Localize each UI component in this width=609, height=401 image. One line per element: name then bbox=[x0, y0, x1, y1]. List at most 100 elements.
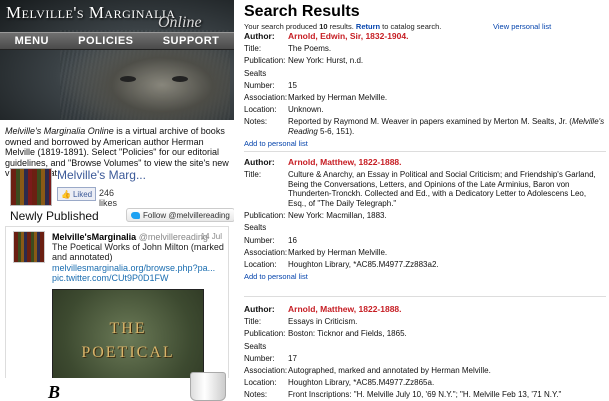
sidebar: Melville's Marginalia Online MENU POLICI… bbox=[0, 0, 234, 401]
cover-text-line: THE bbox=[109, 320, 147, 337]
tweet-avatar[interactable] bbox=[13, 231, 45, 263]
publication-value: New York: Macmillan, 1883. bbox=[288, 211, 387, 221]
field-publication: Publication: New York: Hurst, n.d. bbox=[244, 56, 606, 66]
add-to-personal-list-link[interactable]: Add to personal list bbox=[244, 272, 606, 281]
page-title: Search Results bbox=[244, 3, 360, 20]
twitter-follow-label: Follow @melvillereading bbox=[143, 210, 230, 220]
field-association: Association: Autographed, marked and anno… bbox=[244, 366, 606, 376]
facebook-widget: Melville's Marg... 👍 Liked 246 likes bbox=[10, 168, 146, 208]
title-label: Title: bbox=[244, 317, 262, 327]
sealts-number-label: Number: bbox=[244, 235, 275, 245]
sealts-value: 17 bbox=[288, 353, 297, 363]
summary-suffix: results. bbox=[327, 22, 354, 31]
tweet-author[interactable]: Melville'sMarginalia @melvillereading bbox=[52, 232, 208, 242]
thumbs-up-icon: 👍 bbox=[61, 189, 71, 199]
nav-support[interactable]: SUPPORT bbox=[163, 35, 220, 47]
author-value[interactable]: Arnold, Edwin, Sir, 1832-1904. bbox=[288, 31, 606, 42]
notes-label: Notes: bbox=[244, 390, 268, 400]
location-value: Houghton Library, *AC85.M4977.Zz865a. bbox=[288, 378, 435, 388]
site-logo-subtitle: Online bbox=[158, 14, 202, 31]
tweet-pic-link[interactable]: pic.twitter.com/CUt9P0D1FW bbox=[52, 273, 169, 283]
site-logo[interactable]: Melville's Marginalia bbox=[6, 3, 176, 23]
result-record: Author: Arnold, Edwin, Sir, 1832-1904. Ti… bbox=[244, 31, 606, 148]
association-value: Marked by Herman Melville. bbox=[288, 247, 388, 257]
publication-value: Boston: Ticknor and Fields, 1865. bbox=[288, 329, 407, 339]
author-label: Author: bbox=[244, 31, 275, 41]
portrait-eye bbox=[120, 76, 136, 82]
sealts-number-label: Number: bbox=[244, 80, 275, 90]
title-value: Culture & Anarchy, an Essay in Political… bbox=[288, 170, 596, 208]
association-value: Autographed, marked and annotated by Her… bbox=[288, 365, 491, 375]
return-suffix: to catalog search. bbox=[380, 22, 442, 31]
twitter-follow-button[interactable]: Follow @melvillereading bbox=[126, 208, 234, 222]
publication-label: Publication: bbox=[244, 329, 286, 339]
field-sealts-label: Sealts bbox=[244, 69, 606, 79]
nav-policies[interactable]: POLICIES bbox=[78, 35, 133, 47]
results-summary: Your search produced 10 results. Return … bbox=[244, 22, 441, 31]
nav-menu[interactable]: MENU bbox=[15, 35, 49, 47]
tweet-link[interactable]: melvillesmarginalia.org/browse.php?pa... bbox=[52, 263, 215, 273]
field-notes: Notes: Reported by Raymond M. Weaver in p… bbox=[244, 117, 606, 136]
notes-value: Front Inscriptions: "H. Melville July 10… bbox=[288, 390, 562, 400]
add-to-personal-list-link[interactable]: Add to personal list bbox=[244, 139, 606, 148]
field-author: Author: Arnold, Matthew, 1822-1888. bbox=[244, 304, 606, 315]
sealts-number-label: Number: bbox=[244, 353, 275, 363]
tweet-date[interactable]: 14 Jul bbox=[201, 232, 222, 241]
field-sealts-label: Sealts bbox=[244, 342, 606, 352]
title-value: The Poems. bbox=[288, 44, 332, 54]
association-value: Marked by Herman Melville. bbox=[288, 92, 388, 102]
result-record: Author: Arnold, Matthew, 1822-1888. Title… bbox=[244, 157, 606, 281]
field-author: Author: Arnold, Edwin, Sir, 1832-1904. bbox=[244, 31, 606, 42]
notes-label: Notes: bbox=[244, 117, 268, 127]
location-label: Location: bbox=[244, 259, 277, 269]
field-sealts: Number: 16 bbox=[244, 236, 606, 246]
location-label: Location: bbox=[244, 378, 277, 388]
field-publication: Publication: Boston: Ticknor and Fields, … bbox=[244, 329, 606, 339]
field-title: Title: Essays in Criticism. bbox=[244, 317, 606, 327]
facebook-page-name[interactable]: Melville's Marg... bbox=[57, 168, 146, 182]
summary-prefix: Your search produced bbox=[244, 22, 320, 31]
association-label: Association: bbox=[244, 92, 288, 102]
main-nav: MENU POLICIES SUPPORT bbox=[0, 32, 234, 50]
author-value[interactable]: Arnold, Matthew, 1822-1888. bbox=[288, 304, 606, 315]
tweet-author-name: Melville'sMarginalia bbox=[52, 232, 137, 242]
facebook-like-button[interactable]: 👍 Liked bbox=[57, 187, 97, 201]
record-divider bbox=[244, 296, 606, 297]
return-to-catalog-link[interactable]: Return bbox=[356, 22, 380, 31]
field-location: Location: Houghton Library, *AC85.M4977.Z… bbox=[244, 378, 606, 388]
field-author: Author: Arnold, Matthew, 1822-1888. bbox=[244, 157, 606, 168]
sealts-label: Sealts bbox=[244, 68, 267, 78]
field-location: Location: Houghton Library, *AC85.M4977.Z… bbox=[244, 260, 606, 270]
cover-text-line: POETICAL bbox=[81, 344, 175, 361]
sealts-label: Sealts bbox=[244, 341, 267, 351]
notes-text: Reported by Raymond M. Weaver in papers … bbox=[288, 117, 572, 127]
record-divider bbox=[244, 151, 606, 152]
results-count: 10 bbox=[319, 22, 328, 31]
location-value: Unknown. bbox=[288, 105, 324, 115]
notes-text: 5-6, 151). bbox=[317, 126, 355, 136]
title-label: Title: bbox=[244, 170, 262, 180]
intro-title: Melville's Marginalia Online bbox=[5, 126, 114, 136]
author-value[interactable]: Arnold, Matthew, 1822-1888. bbox=[288, 157, 606, 168]
title-label: Title: bbox=[244, 44, 262, 54]
view-personal-list-link[interactable]: View personal list bbox=[493, 22, 551, 31]
location-label: Location: bbox=[244, 105, 277, 115]
publication-label: Publication: bbox=[244, 211, 286, 221]
facebook-page-thumbnail[interactable] bbox=[10, 168, 52, 206]
location-value: Houghton Library, *AC85.M4977.Zz883a2. bbox=[288, 259, 439, 269]
site-banner: Melville's Marginalia Online MENU POLICI… bbox=[0, 0, 234, 120]
publication-label: Publication: bbox=[244, 56, 286, 66]
portrait-eye bbox=[172, 76, 188, 82]
field-association: Association: Marked by Herman Melville. bbox=[244, 248, 606, 258]
publication-value: New York: Hurst, n.d. bbox=[288, 56, 364, 66]
association-label: Association: bbox=[244, 247, 288, 257]
sealts-label: Sealts bbox=[244, 223, 267, 233]
result-record: Author: Arnold, Matthew, 1822-1888. Title… bbox=[244, 304, 606, 401]
mug-image bbox=[190, 372, 226, 401]
facebook-like-label: Liked bbox=[72, 189, 93, 199]
footer-logo: B bbox=[48, 382, 61, 401]
author-label: Author: bbox=[244, 157, 275, 167]
association-label: Association: bbox=[244, 365, 288, 375]
twitter-bird-icon bbox=[131, 211, 140, 219]
sealts-value: 15 bbox=[288, 80, 297, 90]
